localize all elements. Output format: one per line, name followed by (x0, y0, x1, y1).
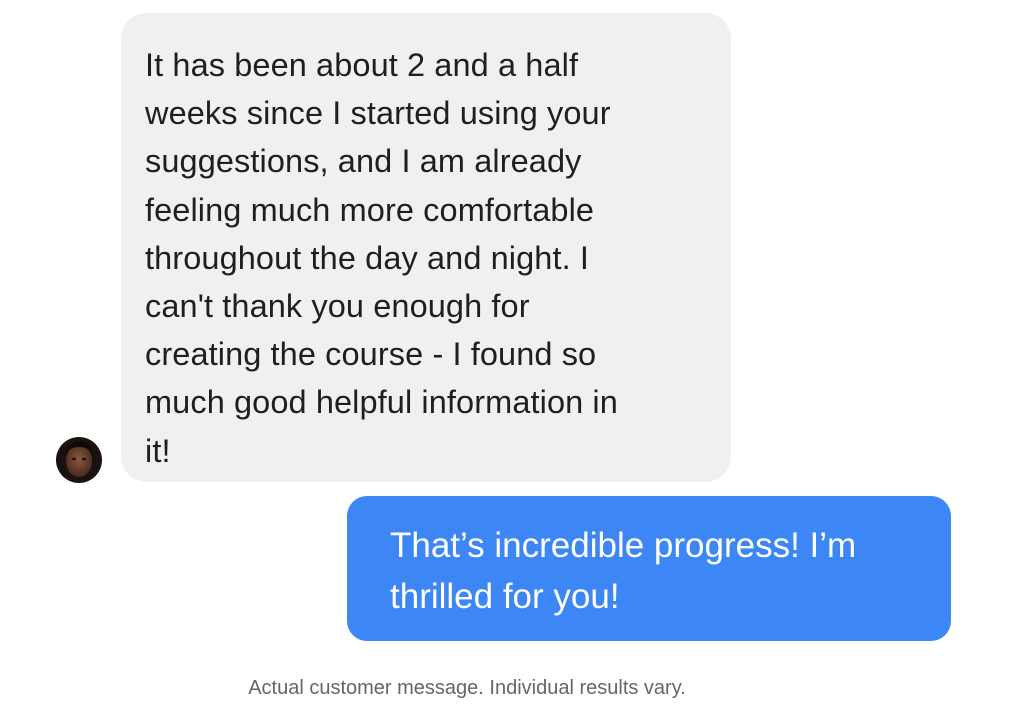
incoming-message-line: throughout the day and night. I (145, 239, 589, 276)
incoming-message-line: creating the course - I found so (145, 336, 597, 373)
incoming-message-line: much good helpful information in (145, 384, 618, 421)
customer-avatar (56, 437, 102, 483)
outgoing-message-bubble: That’s incredible progress! I’m thrilled… (347, 496, 951, 641)
incoming-message-line: It has been about 2 and a half (145, 47, 579, 83)
customer-avatar-icon (56, 437, 102, 483)
incoming-message-line: feeling much more comfortable (145, 191, 595, 228)
incoming-message-bubble: It has been about 2 and a half weeks sin… (121, 13, 731, 482)
incoming-message-line: it! (145, 432, 171, 469)
incoming-message-line: weeks since I started using your (145, 95, 611, 132)
outgoing-message-line: thrilled for you! (390, 577, 620, 616)
message-thread: It has been about 2 and a half weeks sin… (0, 0, 1024, 709)
disclaimer-text: Actual customer message. Individual resu… (248, 677, 686, 699)
incoming-message-line: suggestions, and I am already (145, 143, 582, 180)
incoming-message-line: can't thank you enough for (145, 288, 530, 325)
outgoing-message-line: That’s incredible progress! I’m (390, 526, 857, 565)
